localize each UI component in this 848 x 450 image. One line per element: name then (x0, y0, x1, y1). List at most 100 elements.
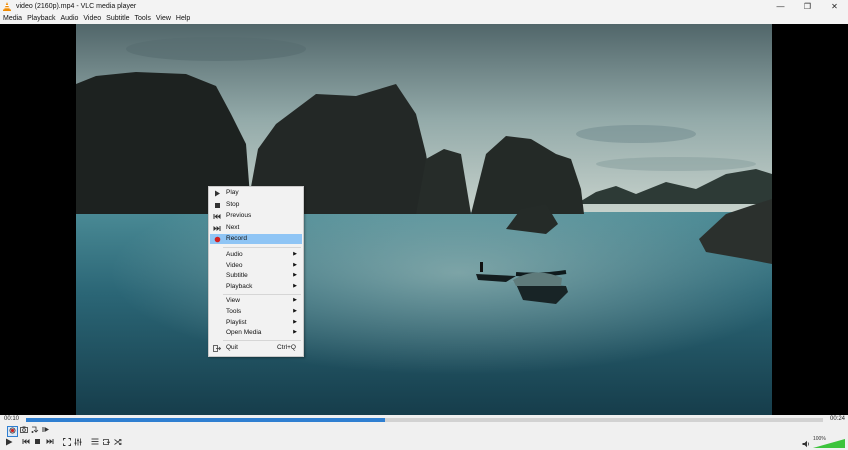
playlist-icon (91, 438, 99, 447)
play-icon (213, 189, 221, 197)
shuffle-icon (113, 438, 122, 448)
previous-icon (213, 212, 221, 220)
menu-video[interactable]: Video (81, 15, 103, 22)
seek-bar-progress (26, 418, 385, 422)
maximize-button[interactable]: ❐ (794, 0, 821, 13)
context-menu-label: Video (226, 262, 243, 269)
play-icon (5, 438, 13, 448)
camera-icon (19, 426, 28, 435)
quit-icon (213, 344, 221, 352)
record-icon (9, 427, 16, 436)
title-bar: video (2160p).mp4 - VLC media player — ❐… (0, 0, 848, 13)
previous-icon (22, 438, 30, 447)
context-menu-separator (223, 247, 301, 248)
next-icon (46, 438, 54, 447)
menu-audio[interactable]: Audio (58, 15, 80, 22)
context-menu-separator (223, 294, 301, 295)
play-button[interactable] (4, 438, 13, 447)
context-menu-video[interactable]: Video ▶ (210, 261, 302, 271)
close-button[interactable]: ✕ (821, 0, 848, 13)
context-menu-next[interactable]: Next (210, 223, 302, 233)
snapshot-button[interactable] (19, 426, 28, 435)
loop-button[interactable] (101, 438, 110, 447)
submenu-arrow-icon: ▶ (293, 283, 297, 289)
volume-slider[interactable] (813, 438, 845, 448)
context-menu-separator (223, 340, 301, 341)
elapsed-time: 00:10 (4, 416, 20, 422)
equalizer-icon (74, 438, 82, 448)
record-icon (213, 235, 221, 243)
video-frame[interactable] (76, 24, 772, 415)
video-area[interactable]: Play Stop Previous Next Record Audio ▶ V… (0, 24, 848, 415)
loop-ab-icon (31, 426, 39, 436)
loop-icon (102, 438, 110, 448)
menu-media[interactable]: Media (1, 15, 24, 22)
window-title: video (2160p).mp4 - VLC media player (16, 3, 137, 10)
context-menu-playlist[interactable]: Playlist ▶ (210, 318, 302, 328)
context-menu-view[interactable]: View ▶ (210, 296, 302, 306)
context-menu-label: Playback (226, 283, 253, 290)
speaker-icon[interactable] (802, 440, 810, 448)
frame-by-frame-button[interactable] (41, 426, 50, 435)
context-menu-label: Next (226, 224, 240, 231)
minimize-button[interactable]: — (767, 0, 794, 13)
vlc-cone-icon (3, 2, 11, 11)
menu-subtitle[interactable]: Subtitle (104, 15, 131, 22)
fullscreen-button[interactable] (62, 437, 71, 448)
stop-icon (34, 438, 41, 447)
context-menu-label: Quit (226, 344, 238, 351)
context-menu-label: Audio (226, 251, 243, 258)
maximize-icon: ❐ (803, 2, 812, 11)
seek-row: 00:10 00:24 (0, 415, 848, 425)
submenu-arrow-icon: ▶ (293, 319, 297, 325)
context-menu-label: Subtitle (226, 272, 248, 279)
submenu-arrow-icon: ▶ (293, 297, 297, 303)
context-menu-playback[interactable]: Playback ▶ (210, 282, 302, 292)
close-icon: ✕ (831, 2, 838, 11)
context-menu-previous[interactable]: Previous (210, 211, 302, 221)
extended-settings-button[interactable] (73, 438, 82, 447)
submenu-arrow-icon: ▶ (293, 272, 297, 278)
stop-icon (213, 201, 221, 209)
context-menu-label: Play (226, 189, 239, 196)
context-menu-record[interactable]: Record (210, 234, 302, 244)
menu-bar: Media Playback Audio Video Subtitle Tool… (0, 13, 848, 24)
minimize-icon: — (776, 2, 785, 11)
submenu-arrow-icon: ▶ (293, 262, 297, 268)
context-menu-quit[interactable]: Quit Ctrl+Q (210, 343, 302, 353)
context-menu-play[interactable]: Play (210, 188, 302, 198)
menu-tools[interactable]: Tools (133, 15, 153, 22)
previous-button[interactable] (21, 438, 30, 447)
frame-step-icon (42, 426, 50, 435)
next-icon (213, 224, 221, 232)
context-menu-open-media[interactable]: Open Media ▶ (210, 328, 302, 338)
menu-view[interactable]: View (154, 15, 173, 22)
shortcut-text: Ctrl+Q (277, 344, 296, 351)
context-menu-stop[interactable]: Stop (210, 200, 302, 210)
context-menu-label: View (226, 297, 240, 304)
menu-help[interactable]: Help (174, 15, 192, 22)
context-menu-label: Playlist (226, 319, 247, 326)
context-menu-subtitle[interactable]: Subtitle ▶ (210, 271, 302, 281)
total-time: 00:24 (830, 416, 846, 422)
playlist-button[interactable] (90, 438, 99, 447)
context-menu-tools[interactable]: Tools ▶ (210, 307, 302, 317)
context-menu-label: Previous (226, 212, 252, 219)
shuffle-button[interactable] (113, 438, 122, 447)
fullscreen-icon (62, 437, 71, 448)
context-menu-audio[interactable]: Audio ▶ (210, 250, 302, 260)
menu-playback[interactable]: Playback (25, 15, 57, 22)
submenu-arrow-icon: ▶ (293, 251, 297, 257)
video-frame-scene (76, 24, 772, 415)
context-menu-label: Tools (226, 308, 242, 315)
context-menu-label: Stop (226, 201, 240, 208)
submenu-arrow-icon: ▶ (293, 329, 297, 335)
seek-bar[interactable] (26, 418, 823, 422)
next-button[interactable] (45, 438, 54, 447)
record-button[interactable] (7, 426, 18, 437)
context-menu-label: Open Media (226, 329, 262, 336)
volume-fill (813, 439, 845, 448)
loop-ab-button[interactable] (30, 426, 39, 435)
stop-button[interactable] (33, 438, 42, 447)
context-menu: Play Stop Previous Next Record Audio ▶ V… (208, 186, 304, 357)
